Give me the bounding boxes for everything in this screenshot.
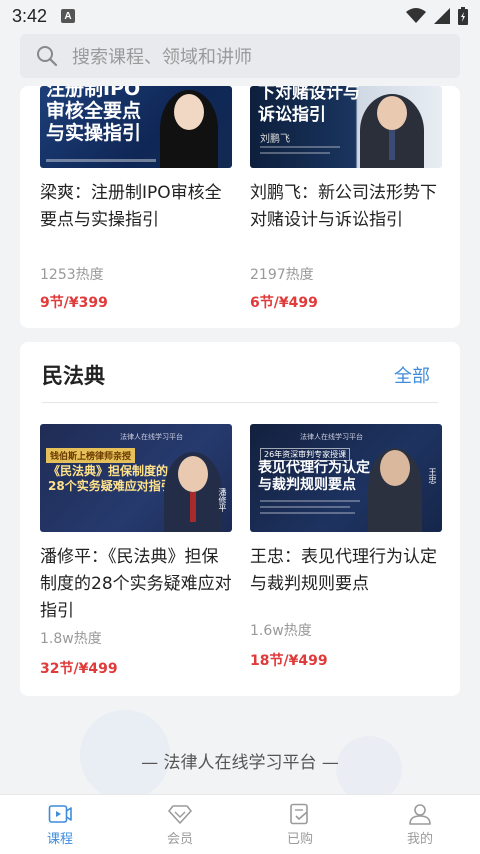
thumb-line-2: 与裁判规则要点 <box>258 477 356 493</box>
status-bar: 3:42 A <box>0 0 480 32</box>
thumb-brand: 法律人在线学习平台 <box>120 433 183 441</box>
thumb-line-1: 表见代理行为认定 <box>258 460 370 476</box>
section-more-link[interactable]: 全部 <box>394 362 430 388</box>
course-price: 9节/¥399 <box>40 295 108 311</box>
tab-profile[interactable]: 我的 <box>360 795 480 854</box>
course-title: 王忠：表见代理行为认定与裁判规则要点 <box>250 547 437 594</box>
course-thumbnail: 注册制IPO 审核全要点 与实操指引 <box>40 86 232 168</box>
lecturer-photo <box>160 90 218 168</box>
thumb-lecturer-name: 王忠 <box>428 468 437 484</box>
thumb-line-1: 下对赌设计与 <box>258 86 360 103</box>
course-item-liupengfei[interactable]: 下对赌设计与 诉讼指引 刘鹏飞 刘鹏飞：新公司法形势下对赌设计与诉讼指引 219… <box>250 86 442 312</box>
course-thumbnail: 下对赌设计与 诉讼指引 刘鹏飞 <box>250 86 442 168</box>
lecturer-photo <box>368 448 422 532</box>
play-video-icon <box>48 804 72 823</box>
course-price: 18节/¥499 <box>250 653 328 669</box>
thumb-line-2: 诉讼指引 <box>258 105 326 125</box>
thumb-lecturer-name: 刘鹏飞 <box>260 134 290 145</box>
lecturer-photo <box>164 452 222 532</box>
course-heat: 1.8w热度 <box>40 631 102 647</box>
purchased-doc-icon <box>290 803 308 824</box>
footer-slogan: — 法律人在线学习平台 — <box>141 753 339 773</box>
course-card-group-top: 注册制IPO 审核全要点 与实操指引 梁爽：注册制IPO审核全要点与实操指引 1… <box>20 86 460 328</box>
course-price: 6节/¥499 <box>250 295 318 311</box>
notification-app-icon: A <box>61 9 76 23</box>
battery-icon <box>458 7 468 25</box>
search-placeholder: 搜索课程、领域和讲师 <box>72 47 252 68</box>
course-title: 梁爽：注册制IPO审核全要点与实操指引 <box>40 183 222 230</box>
tab-purchased[interactable]: 已购 <box>240 795 360 854</box>
tab-label: 课程 <box>46 831 73 847</box>
thumb-line-2: 28个实务疑难应对指引 <box>48 479 173 493</box>
tab-label: 会员 <box>166 831 193 847</box>
tab-membership[interactable]: 会员 <box>120 795 240 854</box>
tab-label: 我的 <box>406 831 433 847</box>
bottom-tab-bar: 课程 会员 已购 我的 <box>0 794 480 854</box>
search-icon <box>37 46 58 67</box>
thumb-line-1: 注册制IPO <box>46 86 141 100</box>
lecturer-photo <box>360 94 424 168</box>
course-item-liangshuang[interactable]: 注册制IPO 审核全要点 与实操指引 梁爽：注册制IPO审核全要点与实操指引 1… <box>40 86 232 312</box>
thumb-line-2: 审核全要点 <box>46 100 142 122</box>
thumb-line-1: 《民法典》担保制度的 <box>48 464 169 478</box>
course-price: 32节/¥499 <box>40 661 118 677</box>
person-icon <box>409 803 431 825</box>
course-thumbnail: 法律人在线学习平台 26年资深审判专家授课 表见代理行为认定 与裁判规则要点 王… <box>250 424 442 532</box>
thumb-brand: 法律人在线学习平台 <box>300 433 363 441</box>
tab-label: 已购 <box>286 831 313 847</box>
section-title: 民法典 <box>42 364 105 388</box>
course-thumbnail: 法律人在线学习平台 钱伯斯上榜律师亲授 《民法典》担保制度的 28个实务疑难应对… <box>40 424 232 532</box>
course-heat: 2197热度 <box>250 267 314 283</box>
diamond-icon <box>168 804 192 824</box>
section-divider <box>42 402 438 403</box>
course-item-wangzhong[interactable]: 法律人在线学习平台 26年资深审判专家授课 表见代理行为认定 与裁判规则要点 王… <box>250 424 442 670</box>
tab-courses[interactable]: 课程 <box>0 795 120 854</box>
wifi-icon <box>406 8 426 23</box>
search-bar[interactable]: 搜索课程、领域和讲师 <box>20 34 460 78</box>
course-heat: 1.6w热度 <box>250 623 312 639</box>
status-time: 3:42 <box>12 5 48 26</box>
course-heat: 1253热度 <box>40 267 104 283</box>
thumb-line-3: 与实操指引 <box>46 122 142 144</box>
section-civil-code: 民法典 全部 法律人在线学习平台 钱伯斯上榜律师亲授 《民法典》担保制度的 28… <box>20 342 460 696</box>
thumb-lecturer-name: 潘修平 <box>218 488 227 512</box>
signal-icon <box>434 8 450 24</box>
course-title: 潘修平：《民法典》担保制度的28个实务疑难应对指引 <box>40 547 232 621</box>
course-item-panxiuping[interactable]: 法律人在线学习平台 钱伯斯上榜律师亲授 《民法典》担保制度的 28个实务疑难应对… <box>40 424 232 678</box>
course-title: 刘鹏飞：新公司法形势下对赌设计与诉讼指引 <box>250 183 437 230</box>
thumb-top-tag: 钱伯斯上榜律师亲授 <box>46 448 136 463</box>
